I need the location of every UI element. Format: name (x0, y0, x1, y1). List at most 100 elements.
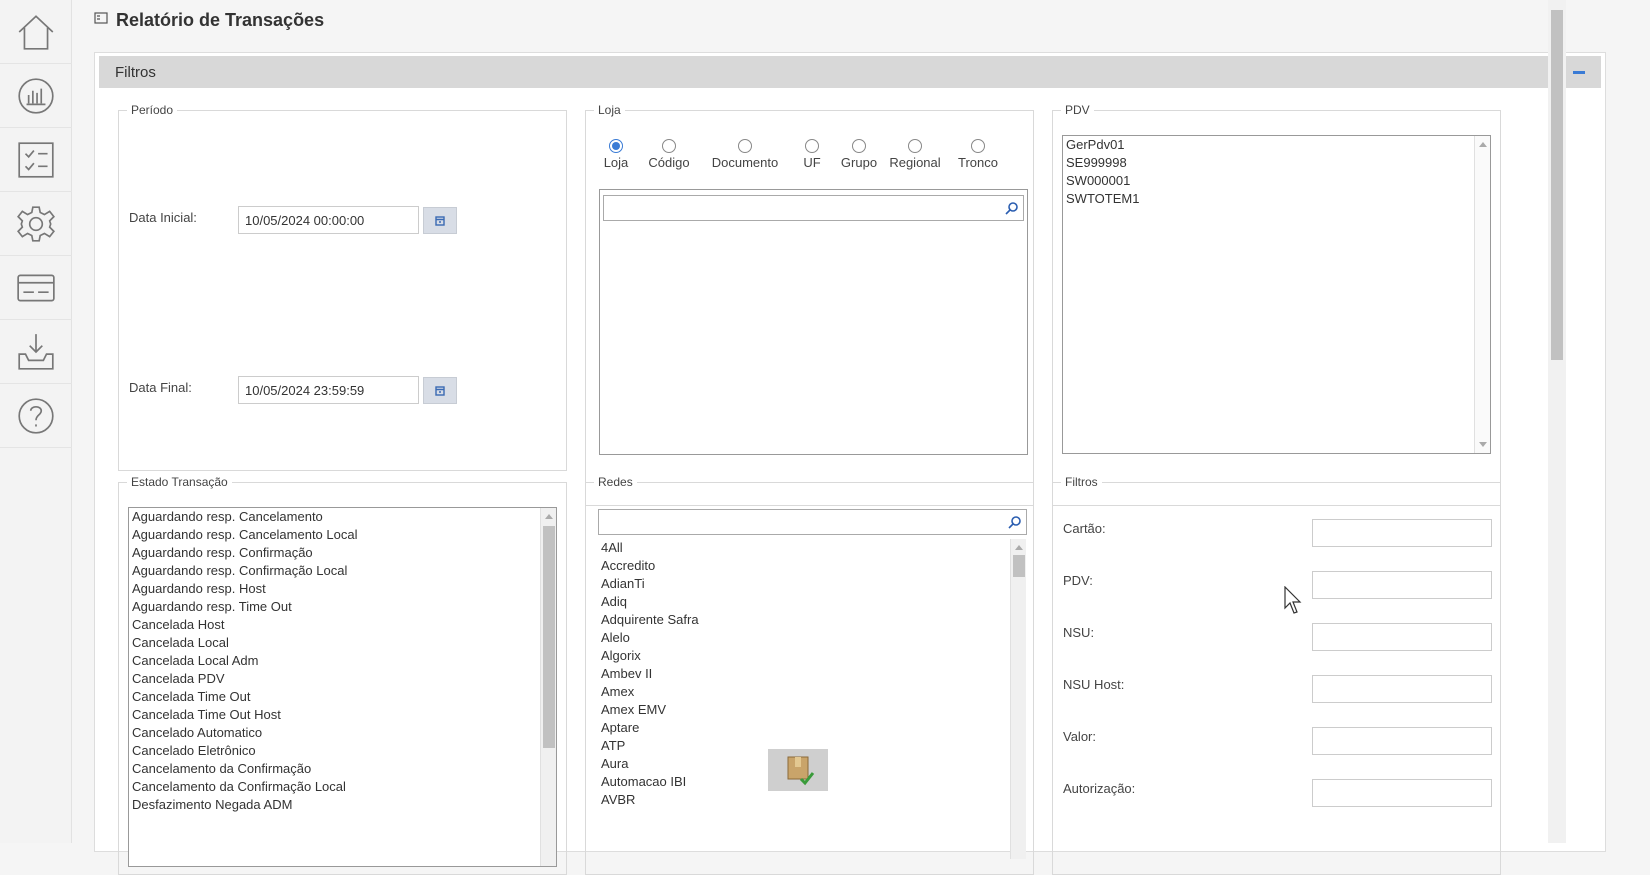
estado-list-item[interactable]: Cancelado Automatico (129, 724, 539, 742)
radio-dot[interactable] (852, 139, 866, 153)
scroll-up-icon[interactable] (1479, 142, 1487, 147)
estado-list-item[interactable]: Aguardando resp. Time Out (129, 598, 539, 616)
estado-list-item[interactable]: Cancelada Host (129, 616, 539, 634)
radio-label: Tronco (958, 155, 998, 170)
redes-list-item[interactable]: Aptare (598, 719, 1008, 737)
sidebar-item-cards[interactable] (0, 256, 72, 320)
radio-regional[interactable]: Regional (882, 139, 948, 170)
radio-codigo[interactable]: Código (636, 139, 702, 170)
filters-panel-header[interactable]: Filtros (99, 56, 1601, 88)
redes-list-item[interactable]: Adiq (598, 593, 1008, 611)
sidebar-item-help[interactable] (0, 384, 72, 448)
redes-list-item[interactable]: AVBR (598, 791, 1008, 809)
gear-icon (17, 205, 55, 242)
radio-dot[interactable] (738, 139, 752, 153)
radio-dot[interactable] (609, 139, 623, 153)
estado-list-item[interactable]: Desfazimento Negada ADM (129, 796, 539, 814)
sidebar-item-settings[interactable] (0, 192, 72, 256)
radio-tronco[interactable]: Tronco (948, 139, 1008, 170)
nsu-host-input[interactable] (1312, 675, 1492, 703)
sidebar-item-reports[interactable] (0, 64, 72, 128)
redes-scrollbar[interactable] (1010, 539, 1026, 859)
loja-legend: Loja (598, 103, 621, 117)
estado-list-item[interactable]: Cancelada Time Out Host (129, 706, 539, 724)
cartao-label: Cartão: (1063, 521, 1106, 536)
data-inicial-calendar-button[interactable] (423, 207, 457, 234)
estado-list-item[interactable]: Cancelada PDV (129, 670, 539, 688)
loja-search-input[interactable] (603, 195, 1024, 221)
scroll-thumb[interactable] (543, 526, 555, 748)
radio-dot[interactable] (971, 139, 985, 153)
pdv-list-item[interactable]: GerPdv01 (1063, 136, 1473, 154)
pdv-list-item[interactable]: SWTOTEM1 (1063, 190, 1473, 208)
pdv-list[interactable]: GerPdv01 SE999998 SW000001 SWTOTEM1 (1063, 136, 1473, 453)
page-scrollbar[interactable] (1548, 0, 1566, 843)
radio-dot[interactable] (908, 139, 922, 153)
estado-list-item[interactable]: Cancelada Time Out (129, 688, 539, 706)
loja-radio-group: Loja Código Documento UF Grupo Regional … (596, 139, 1008, 170)
pdv-group: PDV GerPdv01 SE999998 SW000001 SWTOTEM1 (1052, 103, 1501, 506)
redes-list-item[interactable]: AdianTi (598, 575, 1008, 593)
estado-scrollbar[interactable] (540, 508, 556, 866)
loja-list-box[interactable] (599, 189, 1028, 455)
help-icon (18, 397, 54, 434)
radio-loja[interactable]: Loja (596, 139, 636, 170)
estado-list-item[interactable]: Aguardando resp. Cancelamento (129, 508, 539, 526)
nsu-input[interactable] (1312, 623, 1492, 651)
redes-list[interactable]: 4All Accredito AdianTi Adiq Adquirente S… (598, 539, 1008, 859)
filters-panel: Filtros Período Data Inicial: 10/05/2024… (94, 52, 1606, 875)
report-page-icon (94, 11, 108, 30)
data-final-calendar-button[interactable] (423, 377, 457, 404)
radio-uf[interactable]: UF (788, 139, 836, 170)
pdv-list-item[interactable]: SE999998 (1063, 154, 1473, 172)
calendar-icon (435, 215, 445, 226)
sidebar-item-tasks[interactable] (0, 128, 72, 192)
estado-list-item[interactable]: Cancelamento da Confirmação Local (129, 778, 539, 796)
main-content: Relatório de Transações Filtros Período … (72, 0, 1632, 875)
estado-list-item[interactable]: Cancelada Local (129, 634, 539, 652)
redes-list-item[interactable]: Amex (598, 683, 1008, 701)
scroll-down-icon[interactable] (1479, 442, 1487, 447)
redes-list-item[interactable]: Algorix (598, 647, 1008, 665)
scroll-thumb[interactable] (1013, 555, 1025, 577)
redes-search-input[interactable] (598, 509, 1027, 535)
radio-dot[interactable] (805, 139, 819, 153)
pdv-filter-input[interactable] (1312, 571, 1492, 599)
estado-list-item[interactable]: Cancelada Local Adm (129, 652, 539, 670)
redes-list-item[interactable]: Amex EMV (598, 701, 1008, 719)
search-icon (1005, 202, 1018, 215)
redes-list-item[interactable]: Alelo (598, 629, 1008, 647)
pdv-scrollbar[interactable] (1474, 136, 1490, 453)
radio-documento[interactable]: Documento (702, 139, 788, 170)
estado-list-item[interactable]: Aguardando resp. Host (129, 580, 539, 598)
estado-list-item[interactable]: Aguardando resp. Cancelamento Local (129, 526, 539, 544)
estado-list-item[interactable]: Aguardando resp. Confirmação Local (129, 562, 539, 580)
data-inicial-input[interactable]: 10/05/2024 00:00:00 (238, 206, 419, 234)
pdv-filter-label: PDV: (1063, 573, 1093, 588)
radio-dot[interactable] (662, 139, 676, 153)
scroll-up-icon[interactable] (545, 514, 553, 519)
page-scroll-thumb[interactable] (1551, 10, 1563, 360)
collapse-icon[interactable] (1573, 70, 1585, 74)
sidebar-item-downloads[interactable] (0, 320, 72, 384)
loja-group: Loja Loja Código Documento UF Grupo Regi… (585, 103, 1034, 506)
scroll-up-icon[interactable] (1015, 545, 1023, 550)
sidebar (0, 0, 72, 843)
estado-list-item[interactable]: Aguardando resp. Confirmação (129, 544, 539, 562)
estado-list[interactable]: Aguardando resp. Cancelamento Aguardando… (129, 508, 539, 866)
valor-input[interactable] (1312, 727, 1492, 755)
redes-list-item[interactable]: Accredito (598, 557, 1008, 575)
pdv-list-item[interactable]: SW000001 (1063, 172, 1473, 190)
autorizacao-input[interactable] (1312, 779, 1492, 807)
sidebar-item-home[interactable] (0, 0, 72, 64)
radio-grupo[interactable]: Grupo (836, 139, 882, 170)
estado-list-item[interactable]: Cancelado Eletrônico (129, 742, 539, 760)
estado-list-item[interactable]: Cancelamento da Confirmação (129, 760, 539, 778)
redes-list-item[interactable]: Adquirente Safra (598, 611, 1008, 629)
redes-list-item[interactable]: 4All (598, 539, 1008, 557)
cartao-input[interactable] (1312, 519, 1492, 547)
pdv-list-box[interactable]: GerPdv01 SE999998 SW000001 SWTOTEM1 (1062, 135, 1491, 454)
data-final-input[interactable]: 10/05/2024 23:59:59 (238, 376, 419, 404)
redes-list-item[interactable]: Ambev II (598, 665, 1008, 683)
estado-list-box[interactable]: Aguardando resp. Cancelamento Aguardando… (128, 507, 557, 867)
